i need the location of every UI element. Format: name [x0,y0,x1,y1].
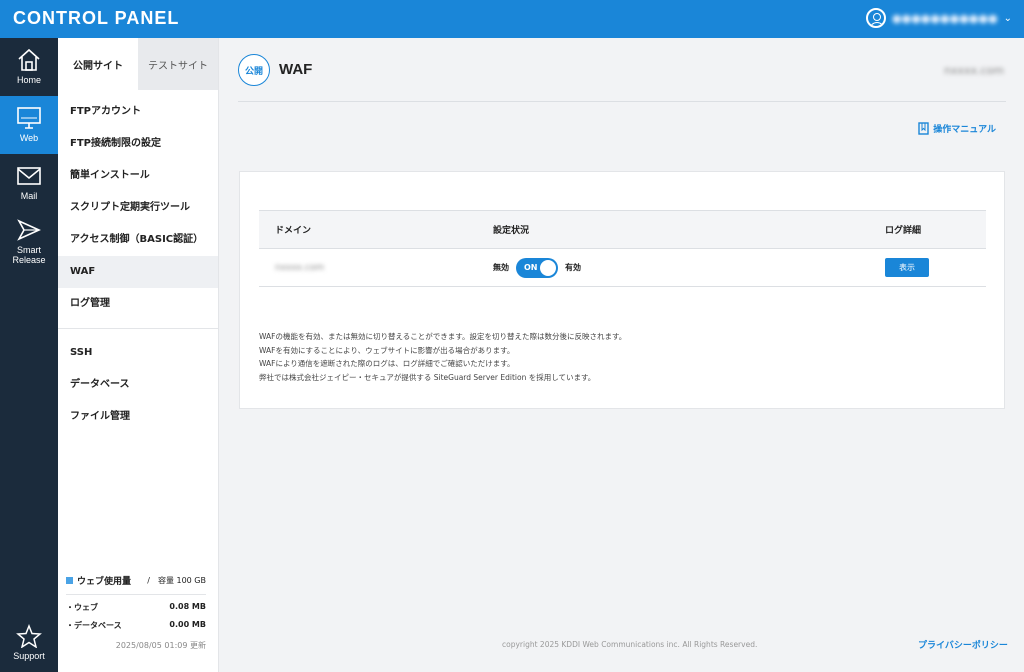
nav-smart-release[interactable]: Smart Release [0,218,58,274]
waf-table: ドメイン 設定状況 ログ詳細 nxxxx.com 無効 ON 有効 表示 [259,210,986,287]
waf-notes: WAFの機能を有効、または無効に切り替えることができます。設定を切り替えた際は数… [259,330,626,384]
usage-capacity: / 容量 100 GB [147,576,206,585]
top-bar: CONTROL PANEL ●●●●●●●●●●● ⌄ [0,0,1024,38]
book-icon [918,122,929,135]
nav-web-label: Web [19,133,39,143]
nav-support-label: Support [13,651,45,661]
monitor-icon [17,107,41,129]
row-domain: nxxxx.com [275,262,325,273]
nav-smart-label: Smart [16,245,41,255]
home-icon [18,48,40,71]
nav-mail-label: Mail [20,191,38,201]
menu-ssh[interactable]: SSH [58,337,218,369]
usage-db-label: ・データベース [66,621,122,630]
page-header: 公開 WAF nxxxx.com [238,54,1006,102]
menu-waf[interactable]: WAF [58,256,218,288]
usage-title: ウェブ使用量 [77,577,132,587]
star-icon [16,624,42,648]
nav-web[interactable]: Web [0,96,58,154]
menu-database[interactable]: データベース [58,369,218,401]
user-menu[interactable]: ●●●●●●●●●●● ⌄ [866,8,1012,28]
manual-link-label[interactable]: 操作マニュアル [933,122,996,135]
waf-toggle-group: 無効 ON 有効 [493,257,877,278]
waf-card: ドメイン 設定状況 ログ詳細 nxxxx.com 無効 ON 有効 表示 WAF… [239,171,1005,409]
manual-link[interactable]: 操作マニュアル [918,122,996,135]
web-sidebar: 公開サイト テストサイト FTPアカウント FTP接続制限の設定 簡単インストー… [58,38,219,672]
mail-icon [17,167,41,185]
current-domain: nxxxx.com [943,64,1004,77]
privacy-policy-link[interactable]: プライバシーポリシー [918,638,1008,651]
chevron-down-icon[interactable]: ⌄ [1004,13,1012,24]
tab-public-site[interactable]: 公開サイト [58,38,138,90]
menu-ftp-restriction[interactable]: FTP接続制限の設定 [58,128,218,160]
usage-row-database: ・データベース 0.00 MB [66,620,206,631]
note-line: 弊社では株式会社ジェイピー・セキュアが提供する SiteGuard Server… [259,372,596,382]
nav-release-label: Release [12,255,46,265]
public-badge: 公開 [238,54,270,86]
usage-row-web: ・ウェブ 0.08 MB [66,602,206,613]
nav-home-label: Home [16,75,41,85]
note-line: WAFにより通信を遮断された際のログは、ログ詳細でご確認いただけます。 [259,359,515,368]
table-row: nxxxx.com 無効 ON 有効 表示 [259,249,986,287]
menu-cron-tool[interactable]: スクリプト定期実行ツール [58,192,218,224]
menu-access-control[interactable]: アクセス制御（BASIC認証） [58,224,218,256]
left-nav: Home Web Mail Smart Release Support [0,38,58,672]
user-name[interactable]: ●●●●●●●●●●● [892,12,998,25]
nav-home[interactable]: Home [0,48,58,96]
usage-db-value: 0.00 MB [169,620,206,629]
user-icon[interactable] [866,8,887,28]
menu-log-management[interactable]: ログ管理 [58,288,218,320]
menu-easy-install[interactable]: 簡単インストール [58,160,218,192]
toggle-knob[interactable] [540,259,556,276]
usage-updated: 2025/08/05 01:09 更新 [115,641,206,650]
menu-divider [58,328,218,329]
col-domain: ドメイン [275,226,312,236]
waf-toggle[interactable]: ON [516,257,558,278]
toggle-off-label: 無効 [493,263,509,272]
app-title: CONTROL PANEL [13,8,180,28]
tab-test-site[interactable]: テストサイト [138,38,218,90]
note-line: WAFを有効にすることにより、ウェブサイトに影響が出る場合があります。 [259,345,515,355]
note-line: WAFの機能を有効、または無効に切り替えることができます。設定を切り替えた際は数… [259,332,627,341]
arrow-release-icon [17,219,41,241]
usage-legend-swatch [66,577,73,584]
menu-ftp-account[interactable]: FTPアカウント [58,96,218,128]
col-log: ログ詳細 [885,226,922,236]
main-content: 公開 WAF nxxxx.com 操作マニュアル ドメイン 設定状況 ログ詳細 … [220,38,1024,672]
web-usage-panel: ウェブ使用量 / 容量 100 GB ・ウェブ 0.08 MB ・データベース … [66,574,206,651]
toggle-state: ON [524,262,538,272]
usage-web-label: ・ウェブ [66,603,98,612]
table-header: ドメイン 設定状況 ログ詳細 [259,210,986,249]
menu-file-management[interactable]: ファイル管理 [58,401,218,433]
nav-support[interactable]: Support [0,624,58,664]
show-log-button[interactable]: 表示 [885,258,929,277]
usage-web-value: 0.08 MB [169,602,206,611]
site-tabs: 公開サイト テストサイト [58,38,218,90]
col-status: 設定状況 [493,226,530,236]
toggle-on-label: 有効 [565,263,581,272]
nav-mail[interactable]: Mail [0,164,58,212]
copyright: copyright 2025 KDDI Web Communications i… [502,640,758,649]
page-title: WAF [279,61,313,78]
